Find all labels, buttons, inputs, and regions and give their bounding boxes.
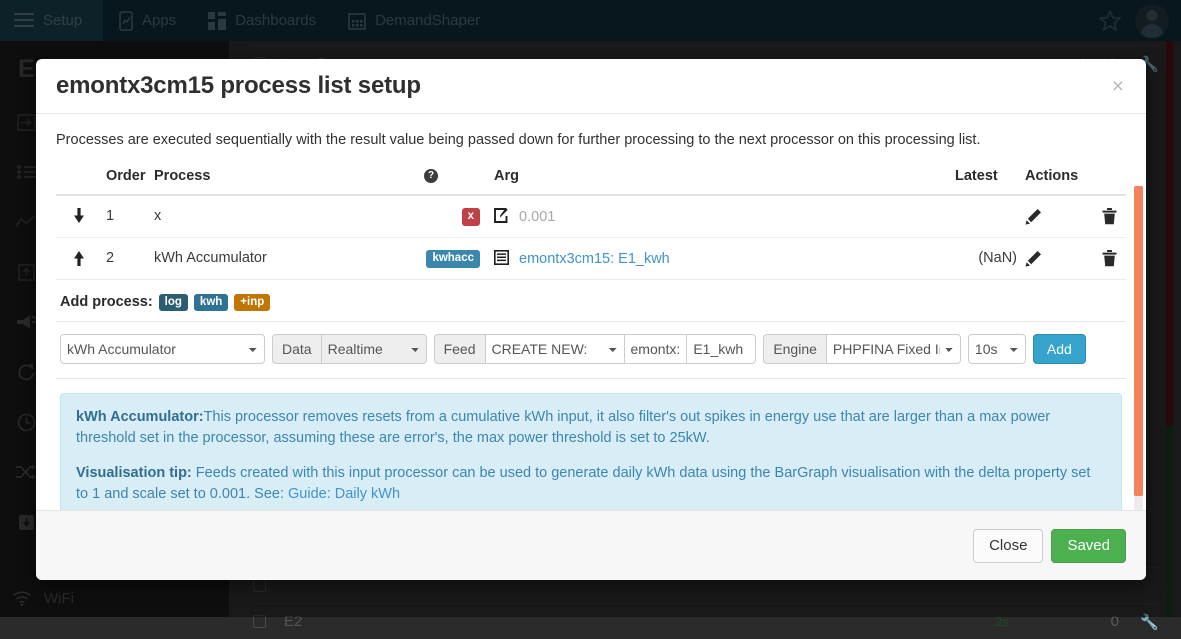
close-icon[interactable]: ×	[1110, 76, 1126, 97]
info-body-1: This processor removes resets from a cum…	[76, 409, 1050, 446]
info-body-2: Feeds created with this input processor …	[76, 465, 1090, 502]
order-cell: 1	[102, 195, 150, 237]
actions-cell	[1021, 195, 1126, 237]
latest-cell: (NaN)	[951, 237, 1021, 279]
tag-cell: kwhacc	[420, 237, 490, 279]
info-paragraph-1: kWh Accumulator:This processor removes r…	[76, 407, 1106, 449]
th-order: Order	[102, 162, 150, 195]
arg-cell[interactable]: emontx3cm15: E1_kwh	[490, 237, 951, 279]
data-select[interactable]: Realtime	[321, 334, 427, 364]
modal-scrollbar-thumb[interactable]	[1134, 186, 1143, 496]
pencil-icon[interactable]	[1025, 208, 1042, 225]
add-process-label: Add process:	[60, 294, 153, 310]
guide-daily-kwh-link[interactable]: Guide: Daily kWh	[288, 486, 400, 502]
data-addon-label: Data	[272, 334, 321, 364]
info-paragraph-2: Visualisation tip: Feeds created with th…	[76, 463, 1106, 505]
info-title-1: kWh Accumulator:	[76, 409, 204, 425]
engine-input-group: Engine PHPFINA Fixed Inte	[763, 334, 961, 364]
arg-value: 0.001	[519, 209, 555, 225]
engine-addon-label: Engine	[763, 334, 826, 364]
arrow-up-icon[interactable]	[60, 250, 98, 266]
add-button[interactable]: Add	[1033, 334, 1086, 364]
edit-square-icon	[494, 208, 509, 223]
save-button[interactable]: Saved	[1051, 529, 1126, 563]
add-process-label-row: Add process: log kwh +inp	[56, 280, 1126, 323]
feed-list-icon	[494, 250, 509, 265]
close-button[interactable]: Close	[973, 529, 1043, 563]
actions-cell	[1021, 237, 1126, 279]
interval-select[interactable]: 10s	[968, 334, 1026, 364]
feed-prefix-label: emontx:	[624, 334, 687, 364]
th-process: Process	[150, 162, 420, 195]
status-badge: x	[462, 208, 480, 226]
th-actions: Actions	[1021, 162, 1126, 195]
table-row[interactable]: 2 kWh Accumulator kwhacc emontx3cm15: E1…	[56, 237, 1126, 279]
data-input-group: Data Realtime	[272, 334, 427, 364]
order-cell: 2	[102, 237, 150, 279]
modal-header: emontx3cm15 process list setup ×	[36, 59, 1146, 114]
process-cell: kWh Accumulator	[150, 237, 420, 279]
th-move	[56, 162, 102, 195]
arg-cell[interactable]: 0.001	[490, 195, 951, 237]
th-latest: Latest	[951, 162, 1021, 195]
process-list-modal: emontx3cm15 process list setup × Process…	[36, 59, 1146, 580]
arrow-down-icon[interactable]	[60, 208, 98, 224]
arg-feed-link[interactable]: emontx3cm15: E1_kwh	[519, 251, 670, 267]
intro-text: Processes are executed sequentially with…	[56, 128, 1126, 162]
badge-input[interactable]: +inp	[234, 294, 270, 312]
feed-name-input[interactable]	[686, 334, 756, 364]
info-title-2: Visualisation tip:	[76, 465, 192, 481]
tag-cell: x	[420, 195, 490, 237]
process-cell: x	[150, 195, 420, 237]
badge-log[interactable]: log	[159, 294, 188, 312]
add-process-form: kWh Accumulator Data Realtime Feed CREAT…	[56, 322, 1126, 379]
process-select[interactable]: kWh Accumulator	[60, 334, 265, 364]
badge-kwh[interactable]: kwh	[194, 294, 228, 312]
modal-footer: Close Saved	[36, 510, 1146, 580]
th-help: ?	[420, 162, 490, 195]
modal-body: Processes are executed sequentially with…	[36, 114, 1146, 510]
latest-cell	[951, 195, 1021, 237]
page-title: emontx3cm15 process list setup	[56, 72, 421, 100]
processor-info-panel: kWh Accumulator:This processor removes r…	[60, 393, 1122, 510]
question-circle-icon[interactable]: ?	[424, 169, 438, 183]
move-cell[interactable]	[56, 237, 102, 279]
move-cell[interactable]	[56, 195, 102, 237]
table-header-row: Order Process ? Arg Latest Actions	[56, 162, 1126, 195]
feed-addon-label: Feed	[434, 334, 485, 364]
th-arg: Arg	[490, 162, 951, 195]
feed-input-group: Feed CREATE NEW: emontx:	[434, 334, 757, 364]
table-row[interactable]: 1 x x 0.001	[56, 195, 1126, 237]
pencil-icon[interactable]	[1025, 250, 1042, 267]
feed-select[interactable]: CREATE NEW:	[485, 334, 624, 364]
status-badge: kwhacc	[426, 250, 480, 268]
engine-select[interactable]: PHPFINA Fixed Inte	[826, 334, 961, 364]
trash-icon[interactable]	[1102, 208, 1117, 225]
trash-icon[interactable]	[1102, 250, 1117, 267]
process-table: Order Process ? Arg Latest Actions	[56, 162, 1126, 280]
